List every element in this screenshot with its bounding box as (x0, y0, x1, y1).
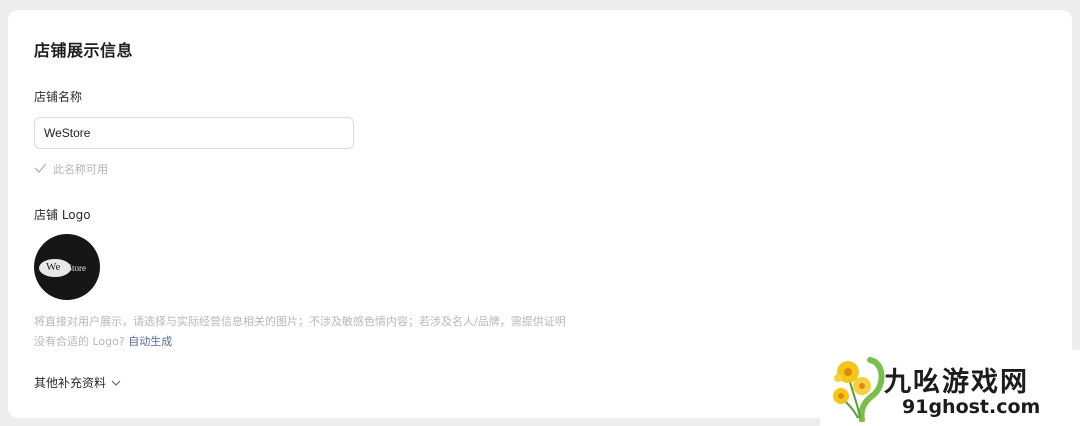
flower-logo-icon (830, 352, 886, 426)
logo-text-store: Store (67, 263, 86, 273)
name-available-text: 此名称可用 (53, 163, 108, 176)
more-info-label: 其他补充资料 (34, 376, 107, 390)
section-title: 店铺展示信息 (34, 41, 134, 60)
watermark-title: 九吆游戏网 (884, 367, 1029, 398)
check-icon (34, 163, 47, 176)
store-logo-image[interactable]: We Store (34, 234, 100, 300)
store-name-label: 店铺名称 (34, 90, 83, 104)
more-info-toggle[interactable]: 其他补充资料 (34, 374, 121, 391)
store-name-input[interactable] (34, 117, 354, 149)
logo-guideline-text: 将直接对用户展示，请选择与实际经营信息相关的图片；不涉及敏感色情内容；若涉及名人… (34, 315, 566, 328)
no-logo-hint: 没有合适的 Logo? 自动生成 (34, 333, 172, 349)
chevron-down-icon (111, 376, 121, 390)
watermark-url: 91ghost.com (902, 396, 1041, 418)
site-watermark: 九吆游戏网 91ghost.com (820, 350, 1080, 426)
logo-text-we: We (46, 261, 61, 273)
name-available-hint: 此名称可用 (34, 161, 108, 177)
auto-generate-link[interactable]: 自动生成 (128, 335, 172, 348)
store-logo-label: 店铺 Logo (34, 208, 91, 222)
no-logo-text: 没有合适的 Logo? (34, 335, 125, 348)
